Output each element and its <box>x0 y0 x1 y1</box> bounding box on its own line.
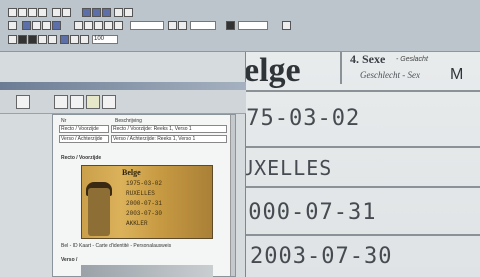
link-icon[interactable] <box>282 21 291 30</box>
toolbar-row-1 <box>0 6 480 20</box>
play-icon[interactable] <box>28 35 37 44</box>
sex-field-label-2: Geschlecht - Sex <box>360 70 420 80</box>
portrait <box>88 188 110 236</box>
document-panel: Nr Beschrijving Recto / Voorzijde Recto … <box>52 114 236 277</box>
sex-field-label: 4. Sexe <box>350 52 386 66</box>
rotate-icon[interactable] <box>52 21 61 30</box>
id-card-back-image[interactable] <box>81 265 213 277</box>
select-icon[interactable] <box>22 21 31 30</box>
divider <box>228 146 480 148</box>
ruler-icon[interactable] <box>74 21 83 30</box>
document-icon[interactable] <box>16 95 30 109</box>
app-toolbar: 100 <box>0 0 480 52</box>
divider <box>228 90 480 92</box>
plus-icon[interactable] <box>178 21 187 30</box>
row1-value[interactable]: Recto / Voorzijde: Reeks 1, Verso 1 <box>111 125 227 133</box>
card-line-2: RUXELLES <box>126 190 155 197</box>
image-icon[interactable] <box>92 8 101 17</box>
value-field[interactable] <box>130 21 164 30</box>
mode-field[interactable] <box>190 21 216 30</box>
pen-icon[interactable] <box>84 21 93 30</box>
window-titlebar[interactable] <box>0 82 246 90</box>
issue-date: 2000-07-31 <box>234 200 377 225</box>
row2-label[interactable]: Verso / Achterzijde <box>59 135 109 143</box>
next-icon[interactable] <box>38 35 47 44</box>
card-line-4: 2003-07-30 <box>126 210 163 217</box>
open-icon[interactable] <box>18 8 27 17</box>
scan-icon[interactable] <box>82 8 91 17</box>
sex-field-sublabel: - Geslacht <box>396 56 428 63</box>
new-icon[interactable] <box>8 8 17 17</box>
hand-icon[interactable] <box>32 21 41 30</box>
id-card-front-image[interactable]: Belge 1975-03-02 RUXELLES 2000-07-31 200… <box>81 165 213 239</box>
divider <box>228 234 480 236</box>
info-icon[interactable] <box>86 95 100 109</box>
row1-label[interactable]: Recto / Voorzijde <box>59 125 109 133</box>
grid-icon[interactable] <box>102 8 111 17</box>
scanner-icon[interactable] <box>54 95 68 109</box>
settings-icon[interactable] <box>102 95 116 109</box>
column-header-description: Beschrijving <box>115 118 142 124</box>
flag-icon[interactable] <box>114 8 123 17</box>
toolbar-row-3: 100 <box>0 34 480 48</box>
list-icon[interactable] <box>70 95 84 109</box>
card-line-1: 1975-03-02 <box>126 180 163 187</box>
column-header-nr: Nr <box>61 118 67 124</box>
document-surname: elge <box>244 52 301 89</box>
toolbar-row-2 <box>0 20 480 34</box>
copy-icon[interactable] <box>62 8 71 17</box>
card-line-3: 2000-07-31 <box>126 200 163 207</box>
crop-icon[interactable] <box>42 21 51 30</box>
minus-icon[interactable] <box>168 21 177 30</box>
image-caption: Bel - ID Kaart - Carte d'identité - Pers… <box>61 243 172 249</box>
divider <box>228 186 480 188</box>
fit-icon[interactable] <box>60 35 69 44</box>
box-icon[interactable] <box>104 21 113 30</box>
style-field[interactable] <box>238 21 268 30</box>
zoom-field[interactable]: 100 <box>92 35 118 44</box>
section-front-title: Recto / Voorzijde <box>61 155 102 161</box>
sex-value: M <box>450 66 464 83</box>
first-icon[interactable] <box>8 35 17 44</box>
zoom-in-icon[interactable] <box>8 21 17 30</box>
text-icon[interactable] <box>94 21 103 30</box>
last-icon[interactable] <box>48 35 57 44</box>
help-icon[interactable] <box>124 8 133 17</box>
birth-date: 975-03-02 <box>232 106 361 131</box>
scan-window: Nr Beschrijving Recto / Voorzijde Recto … <box>0 52 246 277</box>
document-zoom-view: elge 4. Sexe - Geslacht Geschlecht - Sex… <box>228 36 480 277</box>
arrow-icon[interactable] <box>114 21 123 30</box>
card-title: Belge <box>122 168 141 177</box>
color-icon[interactable] <box>226 21 235 30</box>
card-line-5: AKKLER <box>126 220 148 227</box>
save-icon[interactable] <box>28 8 37 17</box>
book-icon[interactable] <box>80 35 89 44</box>
window-toolbar <box>0 90 246 114</box>
prev-icon[interactable] <box>18 35 27 44</box>
section-back-title: Verso / <box>61 257 78 263</box>
panel-scrollbar[interactable] <box>230 115 235 276</box>
cut-icon[interactable] <box>52 8 61 17</box>
expiry-date: 2003-07-30 <box>250 244 393 269</box>
row2-value[interactable]: Verso / Achterzijde: Reeks 1, Verso 1 <box>111 135 227 143</box>
print-icon[interactable] <box>38 8 47 17</box>
page-icon[interactable] <box>70 35 79 44</box>
